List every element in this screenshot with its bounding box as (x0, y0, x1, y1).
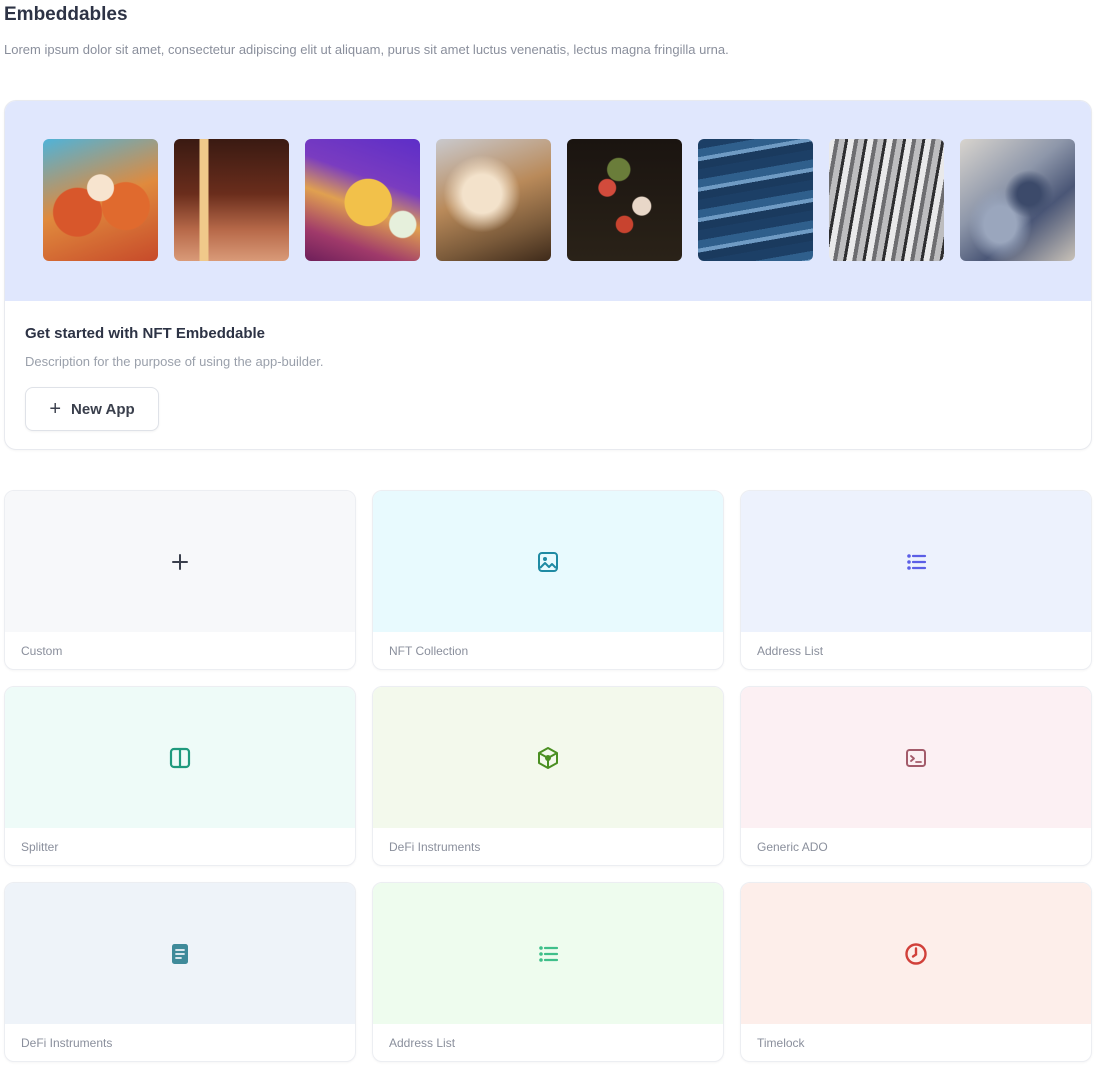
template-card-generic-ado[interactable]: Generic ADO (740, 686, 1092, 866)
card-preview (741, 687, 1091, 828)
card-preview (5, 687, 355, 828)
card-label: Timelock (757, 1036, 805, 1050)
card-label: Address List (389, 1036, 456, 1050)
artwork-thumbnail (698, 139, 813, 261)
template-card-timelock[interactable]: Timelock (740, 882, 1092, 1062)
columns-icon (168, 746, 192, 770)
card-label: DeFi Instruments (389, 840, 481, 854)
list-icon (904, 550, 928, 574)
terminal-icon (904, 746, 928, 770)
page-title: Embeddables (4, 4, 128, 25)
card-label: Address List (757, 644, 824, 658)
template-card-defi-instruments[interactable]: DeFi Instruments (372, 686, 724, 866)
document-icon (168, 942, 192, 966)
cube-icon (536, 746, 560, 770)
clock-icon (904, 942, 928, 966)
hero-description: Description for the purpose of using the… (25, 354, 324, 369)
page-description: Lorem ipsum dolor sit amet, consectetur … (4, 42, 729, 57)
artwork-thumbnail (960, 139, 1075, 261)
artwork-thumbnail (174, 139, 289, 261)
card-label: Custom (21, 644, 63, 658)
list-icon (536, 942, 560, 966)
template-card-nft-collection[interactable]: NFT Collection (372, 490, 724, 670)
card-label: Splitter (21, 840, 59, 854)
hero-banner (5, 101, 1091, 301)
card-preview (5, 491, 355, 632)
card-preview (373, 883, 723, 1024)
card-label: NFT Collection (389, 644, 469, 658)
plus-icon (168, 550, 192, 574)
artwork-thumbnail (829, 139, 944, 261)
card-preview (741, 883, 1091, 1024)
card-preview (373, 687, 723, 828)
new-app-button[interactable]: + New App (25, 387, 159, 431)
card-preview (373, 491, 723, 632)
template-card-address-list[interactable]: Address List (740, 490, 1092, 670)
artwork-thumbnail (43, 139, 158, 261)
new-app-button-label: New App (71, 400, 135, 418)
card-preview (741, 491, 1091, 632)
artwork-thumbnail (436, 139, 551, 261)
image-icon (536, 550, 560, 574)
card-label: Generic ADO (757, 840, 828, 854)
card-label: DeFi Instruments (21, 1036, 113, 1050)
card-preview (5, 883, 355, 1024)
hero-title: Get started with NFT Embeddable (25, 325, 266, 342)
template-card-splitter[interactable]: Splitter (4, 686, 356, 866)
template-card-defi-instruments-2[interactable]: DeFi Instruments (4, 882, 356, 1062)
artwork-thumbnail (567, 139, 682, 261)
artwork-thumbnail (305, 139, 420, 261)
artwork-thumbnails (43, 139, 1075, 261)
template-card-custom[interactable]: Custom (4, 490, 356, 670)
embeddable-template-grid: Custom NFT Collection Address List Split… (4, 490, 1092, 1062)
nft-embeddable-hero-card: Get started with NFT Embeddable Descript… (4, 100, 1092, 450)
plus-icon: + (49, 398, 62, 420)
template-card-address-list-2[interactable]: Address List (372, 882, 724, 1062)
